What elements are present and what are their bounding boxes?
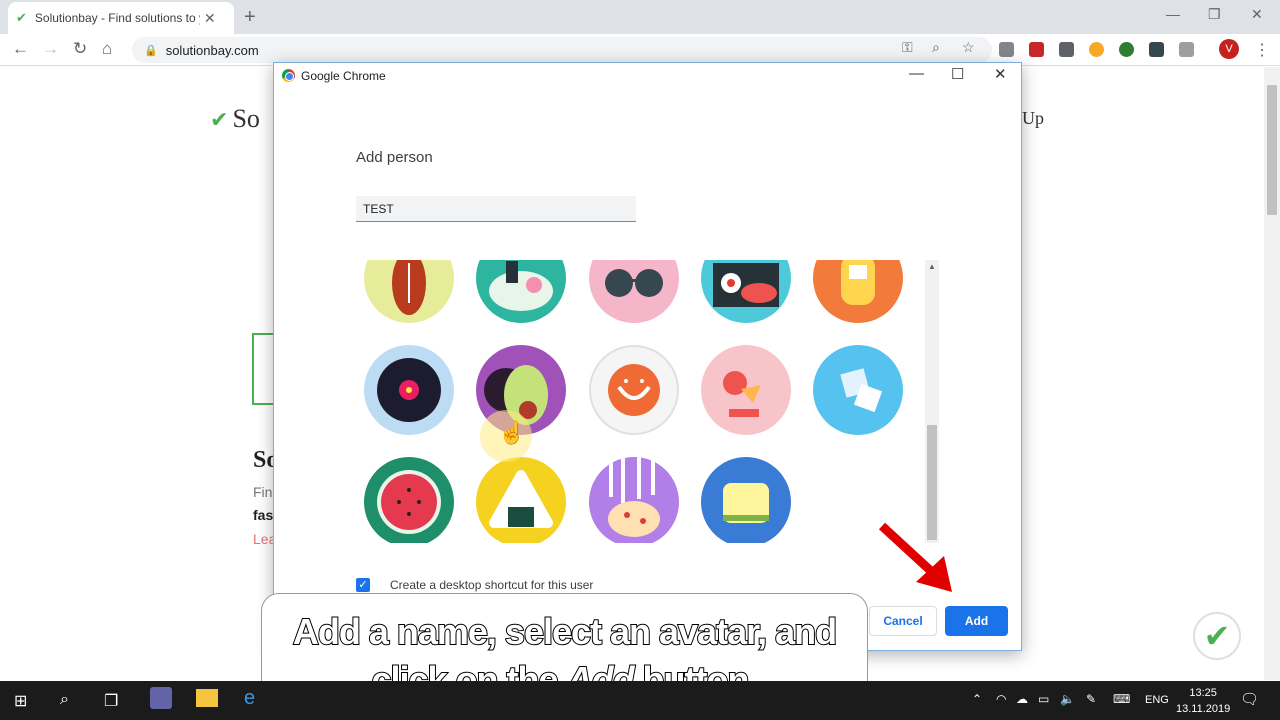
extension-lt-icon[interactable] (1149, 42, 1164, 57)
scroll-up-arrow-icon[interactable]: ▲ (928, 262, 936, 271)
volume-icon[interactable]: 🔈 (1060, 692, 1075, 706)
dialog-heading: Add person (356, 149, 433, 166)
caption-line-1: Add a name, select an avatar, and (292, 610, 838, 653)
watermelon-avatar[interactable] (364, 457, 454, 543)
tab-strip: ✔ Solutionbay - Find solutions to y ✕ + … (0, 0, 1280, 34)
chrome-logo-icon (282, 69, 295, 82)
pen-icon[interactable]: ✎ (1086, 692, 1096, 706)
file-explorer-icon[interactable] (196, 689, 218, 707)
edge-browser-icon[interactable]: e (244, 687, 255, 710)
vinyl-record-avatar[interactable] (364, 345, 454, 435)
football-avatar[interactable] (364, 260, 454, 323)
site-favicon-icon: ✔ (16, 10, 27, 25)
window-minimize-button[interactable]: — (1166, 6, 1180, 22)
window-close-button[interactable]: ✕ (1251, 6, 1263, 23)
ice-cream-avatar[interactable] (701, 345, 791, 435)
dialog-maximize-button[interactable]: ☐ (951, 65, 964, 83)
dialog-minimize-button[interactable]: — (909, 65, 924, 82)
new-tab-button[interactable]: + (244, 6, 256, 29)
cancel-button[interactable]: Cancel (869, 606, 937, 636)
red-arrow-icon (878, 522, 952, 592)
extension-save-icon[interactable] (1059, 42, 1074, 57)
dialog-title: Google Chrome (301, 69, 386, 83)
browser-menu-icon[interactable]: ⋮ (1254, 40, 1270, 60)
key-icon[interactable]: ⚿ (902, 39, 913, 56)
keyboard-icon[interactable]: ⌨ (1113, 692, 1130, 706)
task-view-icon[interactable]: ❐ (104, 691, 118, 711)
cloud-icon[interactable]: ☁ (1016, 692, 1028, 706)
url-text: solutionbay.com (165, 42, 259, 58)
sugar-cubes-avatar[interactable] (813, 345, 903, 435)
person-name-input[interactable] (356, 196, 636, 222)
clock-date: 13.11.2019 (1176, 703, 1231, 715)
desktop-shortcut-row[interactable]: ✓ Create a desktop shortcut for this use… (356, 578, 593, 592)
bookmark-star-icon[interactable]: ☆ (962, 39, 975, 56)
section-text-2: fas (253, 507, 274, 523)
avatar-grid (354, 260, 909, 543)
sunglasses-avatar[interactable] (589, 260, 679, 323)
smile-avatar[interactable] (589, 345, 679, 435)
section-text-1: Fin (253, 484, 273, 500)
sushi-avatar[interactable] (701, 260, 791, 323)
clock[interactable]: 13:25 13.11.2019 (1176, 685, 1230, 717)
zoom-icon[interactable]: ⌕ (932, 39, 940, 56)
action-center-icon[interactable]: 🗨 (1240, 690, 1259, 708)
address-bar[interactable]: 🔒 solutionbay.com (132, 37, 992, 63)
tab-title: Solutionbay - Find solutions to y (34, 11, 200, 25)
profile-avatar[interactable]: V (1219, 39, 1239, 59)
signup-link[interactable]: Up (1022, 108, 1044, 129)
home-icon[interactable]: ⌂ (102, 39, 112, 59)
start-windows-icon[interactable]: ⊞ (14, 691, 27, 711)
search-icon[interactable]: ⌕ (60, 691, 69, 709)
logo-check-icon: ✔ (210, 107, 229, 132)
extension-tag-icon[interactable] (1179, 42, 1194, 57)
network-icon[interactable]: ◠ (996, 692, 1006, 706)
tray-chevron-icon[interactable]: ⌃ (972, 692, 982, 706)
pizza-avatar[interactable] (589, 457, 679, 543)
teams-app-icon[interactable] (150, 687, 172, 709)
site-logo[interactable]: ✔ So (210, 104, 260, 134)
hand-cursor-icon: ☝ (498, 420, 526, 445)
clock-time: 13:25 (1189, 687, 1217, 699)
extension-drive-icon[interactable] (999, 42, 1014, 57)
add-button[interactable]: Add (945, 606, 1008, 636)
noodle-bowl-avatar[interactable] (476, 260, 566, 323)
reload-icon[interactable]: ↻ (73, 39, 87, 59)
dialog-close-button[interactable]: ✕ (994, 65, 1007, 83)
floating-check-icon[interactable]: ✔ (1193, 612, 1241, 660)
sandwich-avatar[interactable] (701, 457, 791, 543)
extension-globe-icon[interactable] (1119, 42, 1134, 57)
onigiri-avatar[interactable] (476, 457, 566, 543)
extension-sun-icon[interactable] (1089, 42, 1104, 57)
avatar-grid-scrollbar[interactable]: ▲ (925, 260, 939, 543)
lock-icon: 🔒 (144, 44, 158, 57)
battery-icon[interactable]: ▭ (1038, 692, 1049, 706)
dialog-titlebar: Google Chrome — ☐ ✕ (274, 63, 1021, 89)
page-scrollbar[interactable] (1264, 67, 1280, 680)
language-indicator[interactable]: ENG (1145, 694, 1169, 706)
desktop-shortcut-checkbox[interactable]: ✓ (356, 578, 370, 592)
forward-arrow-icon[interactable]: → (42, 39, 59, 59)
game-device-avatar[interactable] (813, 260, 903, 323)
back-arrow-icon[interactable]: ← (12, 39, 29, 59)
windows-taskbar: ⊞ ⌕ ❐ e ⌃ ◠ ☁ ▭ 🔈 ✎ ⌨ ENG 13:25 13.11.20… (0, 681, 1280, 720)
page-scroll-thumb[interactable] (1267, 85, 1277, 215)
window-restore-button[interactable]: ❐ (1208, 6, 1221, 23)
desktop-shortcut-label: Create a desktop shortcut for this user (390, 578, 594, 592)
extension-pdf-icon[interactable] (1029, 42, 1044, 57)
browser-tab[interactable]: ✔ Solutionbay - Find solutions to y ✕ (8, 2, 234, 34)
tab-close-icon[interactable]: ✕ (204, 10, 216, 27)
